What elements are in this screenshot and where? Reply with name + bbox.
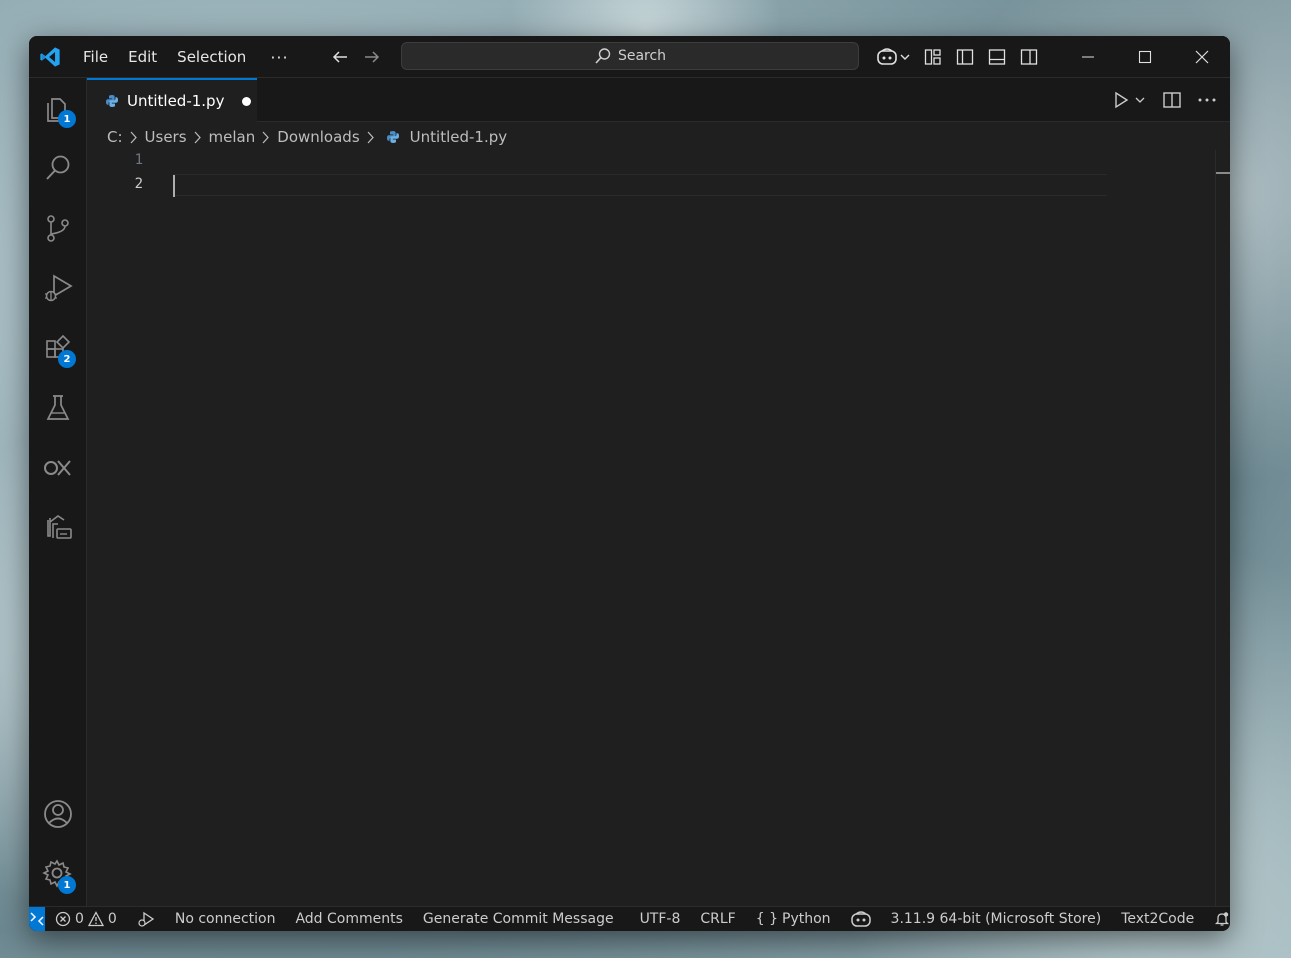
window-controls xyxy=(1059,36,1230,78)
menu-bar: File Edit Selection ··· xyxy=(73,36,303,78)
chevron-right-icon xyxy=(193,130,203,144)
warning-icon xyxy=(87,911,104,927)
tab-untitled-1[interactable]: Untitled-1.py xyxy=(87,78,257,122)
code-editor[interactable]: 1 2 xyxy=(87,150,1230,906)
language-label: Python xyxy=(782,911,831,927)
menu-more-button[interactable]: ··· xyxy=(256,48,302,67)
warning-count: 0 xyxy=(107,911,117,927)
maximize-icon xyxy=(1138,50,1151,64)
generate-commit-message-button[interactable]: Generate Commit Message xyxy=(413,911,624,927)
activity-ox[interactable] xyxy=(29,442,87,494)
language-mode-selector[interactable]: { } Python xyxy=(746,911,841,927)
activity-explorer[interactable]: 1 xyxy=(29,82,87,134)
activity-extensions[interactable]: 2 xyxy=(29,322,87,374)
chevron-right-icon xyxy=(129,130,139,144)
breadcrumb-item-drive[interactable]: C: xyxy=(107,128,123,146)
copilot-icon xyxy=(850,911,871,927)
split-editor-icon[interactable] xyxy=(1162,91,1182,109)
unsaved-dot-icon[interactable] xyxy=(242,96,252,106)
toggle-primary-sidebar-icon[interactable] xyxy=(949,36,981,78)
text-cursor xyxy=(173,175,175,197)
forward-arrow-icon[interactable] xyxy=(361,46,383,68)
menu-selection[interactable]: Selection xyxy=(167,36,256,78)
command-center-search[interactable]: Search xyxy=(401,42,859,70)
chevron-right-icon xyxy=(261,130,271,144)
run-debug-icon xyxy=(45,274,73,302)
braces-icon: { } xyxy=(755,911,778,927)
bell-icon xyxy=(1215,912,1230,926)
chevron-right-icon xyxy=(366,130,376,144)
vscode-window: File Edit Selection ··· Search 1 2 1 Unt… xyxy=(29,36,1230,931)
remote-icon xyxy=(30,912,44,926)
back-arrow-icon[interactable] xyxy=(329,46,351,68)
customize-layout-icon[interactable] xyxy=(917,36,949,78)
activity-run-debug[interactable] xyxy=(29,262,87,314)
python-file-icon xyxy=(386,130,400,144)
status-bar: 0 0 No connection Add Comments Generate … xyxy=(29,906,1230,931)
explorer-badge: 1 xyxy=(58,110,76,128)
scrollbar-cursor-marker xyxy=(1216,172,1230,174)
debug-icon xyxy=(138,911,155,927)
source-control-icon xyxy=(47,215,69,242)
menu-edit[interactable]: Edit xyxy=(118,36,167,78)
activity-manage[interactable]: 1 xyxy=(29,848,87,900)
line-number: 2 xyxy=(134,176,143,192)
minimize-icon xyxy=(1081,56,1094,58)
toggle-secondary-sidebar-icon[interactable] xyxy=(1013,36,1045,78)
error-count: 0 xyxy=(75,911,84,927)
breadcrumb-item-melan[interactable]: melan xyxy=(209,128,256,146)
eol-selector[interactable]: CRLF xyxy=(690,911,745,927)
breadcrumb: C: Users melan Downloads Untitled-1.py xyxy=(107,124,507,150)
ox-icon xyxy=(44,460,71,476)
vertical-scrollbar[interactable] xyxy=(1215,150,1230,906)
problems-indicator[interactable]: 0 0 xyxy=(45,911,127,927)
remote-explorer-icon xyxy=(47,515,72,539)
activity-source-control[interactable] xyxy=(29,202,87,254)
encoding-selector[interactable]: UTF-8 xyxy=(630,911,691,927)
connection-status[interactable]: No connection xyxy=(165,911,286,927)
maximize-button[interactable] xyxy=(1116,36,1173,78)
remote-window-button[interactable] xyxy=(29,906,45,931)
title-bar: File Edit Selection ··· Search xyxy=(29,36,1230,78)
activity-testing[interactable] xyxy=(29,382,87,434)
account-icon xyxy=(44,800,72,828)
editor-tab-bar: Untitled-1.py xyxy=(87,78,1230,122)
python-file-icon xyxy=(106,95,118,107)
line-number: 1 xyxy=(134,152,143,168)
add-comments-button[interactable]: Add Comments xyxy=(285,911,412,927)
python-interpreter-selector[interactable]: 3.11.9 64-bit (Microsoft Store) xyxy=(881,911,1112,927)
activity-search[interactable] xyxy=(29,142,87,194)
beaker-icon xyxy=(46,395,70,420)
breadcrumb-item-downloads[interactable]: Downloads xyxy=(277,128,359,146)
copilot-status[interactable] xyxy=(841,911,881,927)
extensions-badge: 2 xyxy=(58,350,76,368)
activity-remote-explorer[interactable] xyxy=(29,502,87,554)
error-icon xyxy=(55,911,71,927)
activity-accounts[interactable] xyxy=(29,788,87,840)
menu-file[interactable]: File xyxy=(73,36,118,78)
layout-controls xyxy=(871,36,1045,78)
toggle-panel-icon[interactable] xyxy=(981,36,1013,78)
copilot-menu-icon[interactable] xyxy=(871,36,917,78)
search-icon xyxy=(595,48,611,64)
navigation-arrows xyxy=(329,36,383,78)
breadcrumb-item-file[interactable]: Untitled-1.py xyxy=(410,128,507,146)
more-actions-icon[interactable] xyxy=(1196,91,1218,109)
text2code-button[interactable]: Text2Code xyxy=(1111,911,1204,927)
current-line-highlight xyxy=(173,174,1107,196)
breadcrumb-item-users[interactable]: Users xyxy=(145,128,187,146)
close-icon xyxy=(1195,50,1208,64)
run-python-file-icon[interactable] xyxy=(1112,91,1146,109)
settings-badge: 1 xyxy=(58,876,76,894)
tab-label: Untitled-1.py xyxy=(127,92,225,110)
vscode-logo-icon xyxy=(40,47,60,67)
editor-actions xyxy=(1112,78,1218,122)
debug-status[interactable] xyxy=(127,910,165,928)
search-icon xyxy=(46,155,70,180)
notifications-button[interactable] xyxy=(1204,911,1230,927)
activity-bar: 1 2 1 xyxy=(29,78,87,906)
search-label: Search xyxy=(617,48,667,64)
minimize-button[interactable] xyxy=(1059,36,1116,78)
close-window-button[interactable] xyxy=(1173,36,1230,78)
